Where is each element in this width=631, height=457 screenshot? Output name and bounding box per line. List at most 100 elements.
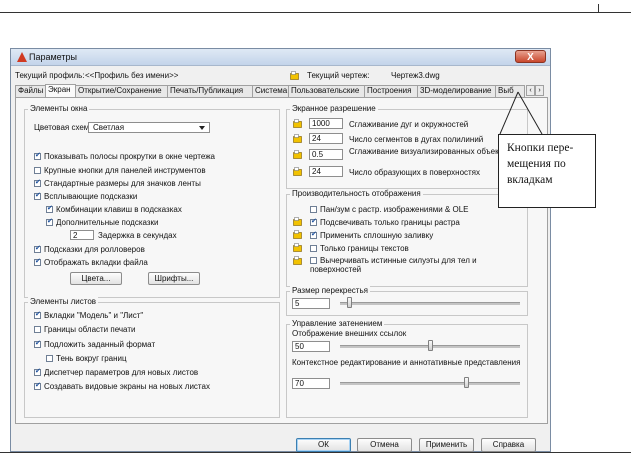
title-bar: Параметры X: [11, 49, 550, 66]
checkbox[interactable]: [34, 339, 41, 348]
callout-pointer-lines: [499, 91, 543, 135]
checkbox[interactable]: [34, 167, 41, 174]
checkbox[interactable]: [46, 204, 53, 213]
option-create-viewports[interactable]: Создавать видовые экраны на новых листах: [34, 381, 210, 391]
callout-line: вкладкам: [507, 174, 553, 186]
tab-drafting[interactable]: Построения: [364, 85, 418, 97]
arc-smoothness-input[interactable]: 1000: [309, 118, 343, 129]
autocad-app-icon: [17, 52, 27, 62]
colors-button[interactable]: Цвета...: [70, 272, 122, 285]
tab-display[interactable]: Экран: [45, 84, 76, 97]
tab-plot-publish[interactable]: Печать/Публикация: [167, 85, 253, 97]
option-rollover-tooltips[interactable]: Подсказки для ролловеров: [34, 244, 145, 254]
drawing-icon: [293, 134, 302, 143]
checkbox[interactable]: [310, 245, 317, 252]
option-standard-ribbon-icons[interactable]: Стандартные размеры для значков ленты: [34, 178, 201, 188]
contour-lines-label: Число образующих в поверхностях: [349, 168, 481, 177]
option-model-layout-tabs[interactable]: Вкладки "Модель" и "Лист": [34, 310, 143, 320]
color-scheme-label: Цветовая схема:: [34, 123, 96, 132]
option-file-tabs[interactable]: Отображать вкладки файла: [34, 257, 148, 267]
current-drawing-label: Текущий чертеж:: [307, 71, 370, 80]
checkbox[interactable]: [310, 230, 317, 239]
cancel-button[interactable]: Отмена: [357, 438, 412, 452]
rendered-smoothness-input[interactable]: 0.5: [309, 149, 343, 160]
tooltip-delay-label: Задержка в секундах: [98, 231, 177, 240]
option-paper-shadow[interactable]: Тень вокруг границ: [46, 354, 127, 363]
option-solid-fill[interactable]: Применить сплошную заливку: [310, 230, 433, 240]
option-scrollbars[interactable]: Показывать полосы прокрутки в окне черте…: [34, 151, 215, 161]
drawing-icon: [293, 243, 302, 252]
inplace-edit-slider-track[interactable]: [340, 382, 520, 385]
tab-open-save[interactable]: Открытие/Сохранение: [75, 85, 168, 97]
checkbox[interactable]: [34, 310, 41, 319]
option-shortcut-keys-in-tooltips[interactable]: Комбинации клавиш в подсказках: [46, 204, 182, 214]
checkbox[interactable]: [34, 367, 41, 376]
crosshair-size-input[interactable]: 5: [292, 298, 330, 309]
current-profile-label: Текущий профиль:: [15, 71, 85, 80]
window-elements-title: Элементы окна: [28, 104, 90, 113]
checkbox[interactable]: [34, 244, 41, 253]
checkbox[interactable]: [310, 206, 317, 213]
option-pan-zoom-raster[interactable]: Пан/зум с растр. изображениями & OLE: [310, 205, 468, 214]
rendered-smoothness-label: Сглаживание визуализированных объектов: [349, 147, 511, 156]
close-button[interactable]: X: [515, 50, 546, 63]
option-page-setup-manager[interactable]: Диспетчер параметров для новых листов: [34, 367, 198, 377]
drawing-icon: [293, 230, 302, 239]
checkbox[interactable]: [34, 326, 41, 333]
option-large-buttons[interactable]: Крупные кнопки для панелей инструментов: [34, 166, 206, 175]
tab-files[interactable]: Файлы: [15, 85, 46, 97]
window-title: Параметры: [29, 52, 77, 62]
checkbox[interactable]: [34, 257, 41, 266]
tab-user-preferences[interactable]: Пользовательские: [288, 85, 365, 97]
checkbox[interactable]: [34, 178, 41, 187]
option-text-boundary-frame[interactable]: Только границы текстов: [310, 244, 409, 253]
tab-strip: Файлы Экран Открытие/Сохранение Печать/П…: [15, 84, 548, 97]
help-button[interactable]: Справка: [481, 438, 536, 452]
layout-elements-title: Элементы листов: [28, 297, 99, 306]
option-extended-tooltips[interactable]: Дополнительные подсказки: [46, 217, 159, 227]
xref-display-slider-thumb[interactable]: [428, 340, 433, 351]
display-tab-panel: Элементы окна Цветовая схема: Светлая По…: [15, 97, 548, 424]
checkbox[interactable]: [46, 355, 53, 362]
drawing-icon: [293, 150, 302, 159]
inplace-edit-slider-thumb[interactable]: [464, 377, 469, 388]
xref-display-input[interactable]: 50: [292, 341, 330, 352]
checkbox[interactable]: [46, 217, 53, 226]
polyline-segments-input[interactable]: 24: [309, 133, 343, 144]
option-tooltips[interactable]: Всплывающие подсказки: [34, 191, 137, 201]
option-highlight-raster-frame[interactable]: Подсвечивать только границы растра: [310, 217, 460, 227]
drawing-icon: [293, 119, 302, 128]
crosshair-size-slider-thumb[interactable]: [347, 297, 352, 308]
window-elements-group: [24, 109, 280, 298]
option-paper-background[interactable]: Подложить заданный формат: [34, 339, 155, 349]
checkbox[interactable]: [310, 257, 317, 264]
crosshair-size-slider-track[interactable]: [340, 302, 520, 305]
drawing-icon: [293, 167, 302, 176]
option-true-silhouettes[interactable]: Вычерчивать истинные силуэты для тел и п…: [310, 256, 520, 274]
callout-line: Кнопки пере-: [507, 142, 574, 154]
arc-smoothness-label: Сглаживание дуг и окружностей: [349, 120, 469, 129]
ok-button[interactable]: ОК: [296, 438, 351, 452]
option-printable-area[interactable]: Границы области печати: [34, 325, 135, 334]
drawing-icon: [290, 71, 299, 80]
top-rule: [0, 12, 631, 13]
tab-system[interactable]: Система: [252, 85, 289, 97]
polyline-segments-label: Число сегментов в дугах полилиний: [349, 135, 484, 144]
inplace-edit-input[interactable]: 70: [292, 378, 330, 389]
contour-lines-input[interactable]: 24: [309, 166, 343, 177]
apply-button[interactable]: Применить: [419, 438, 474, 452]
current-drawing-value: Чертеж3.dwg: [391, 71, 440, 80]
checkbox[interactable]: [34, 151, 41, 160]
fonts-button[interactable]: Шрифты...: [148, 272, 200, 285]
inplace-edit-label: Контекстное редактирование и аннотативны…: [292, 358, 521, 367]
drawing-icon: [293, 217, 302, 226]
xref-display-label: Отображение внешних ссылок: [292, 329, 407, 338]
options-dialog: Параметры X Текущий профиль: <<Профиль б…: [10, 48, 551, 452]
checkbox[interactable]: [34, 191, 41, 200]
color-scheme-select[interactable]: Светлая: [88, 122, 210, 133]
chevron-down-icon: [199, 126, 205, 130]
current-profile-value: <<Профиль без имени>>: [85, 71, 179, 80]
checkbox[interactable]: [310, 217, 317, 226]
checkbox[interactable]: [34, 381, 41, 390]
tooltip-delay-input[interactable]: 2: [70, 230, 94, 240]
